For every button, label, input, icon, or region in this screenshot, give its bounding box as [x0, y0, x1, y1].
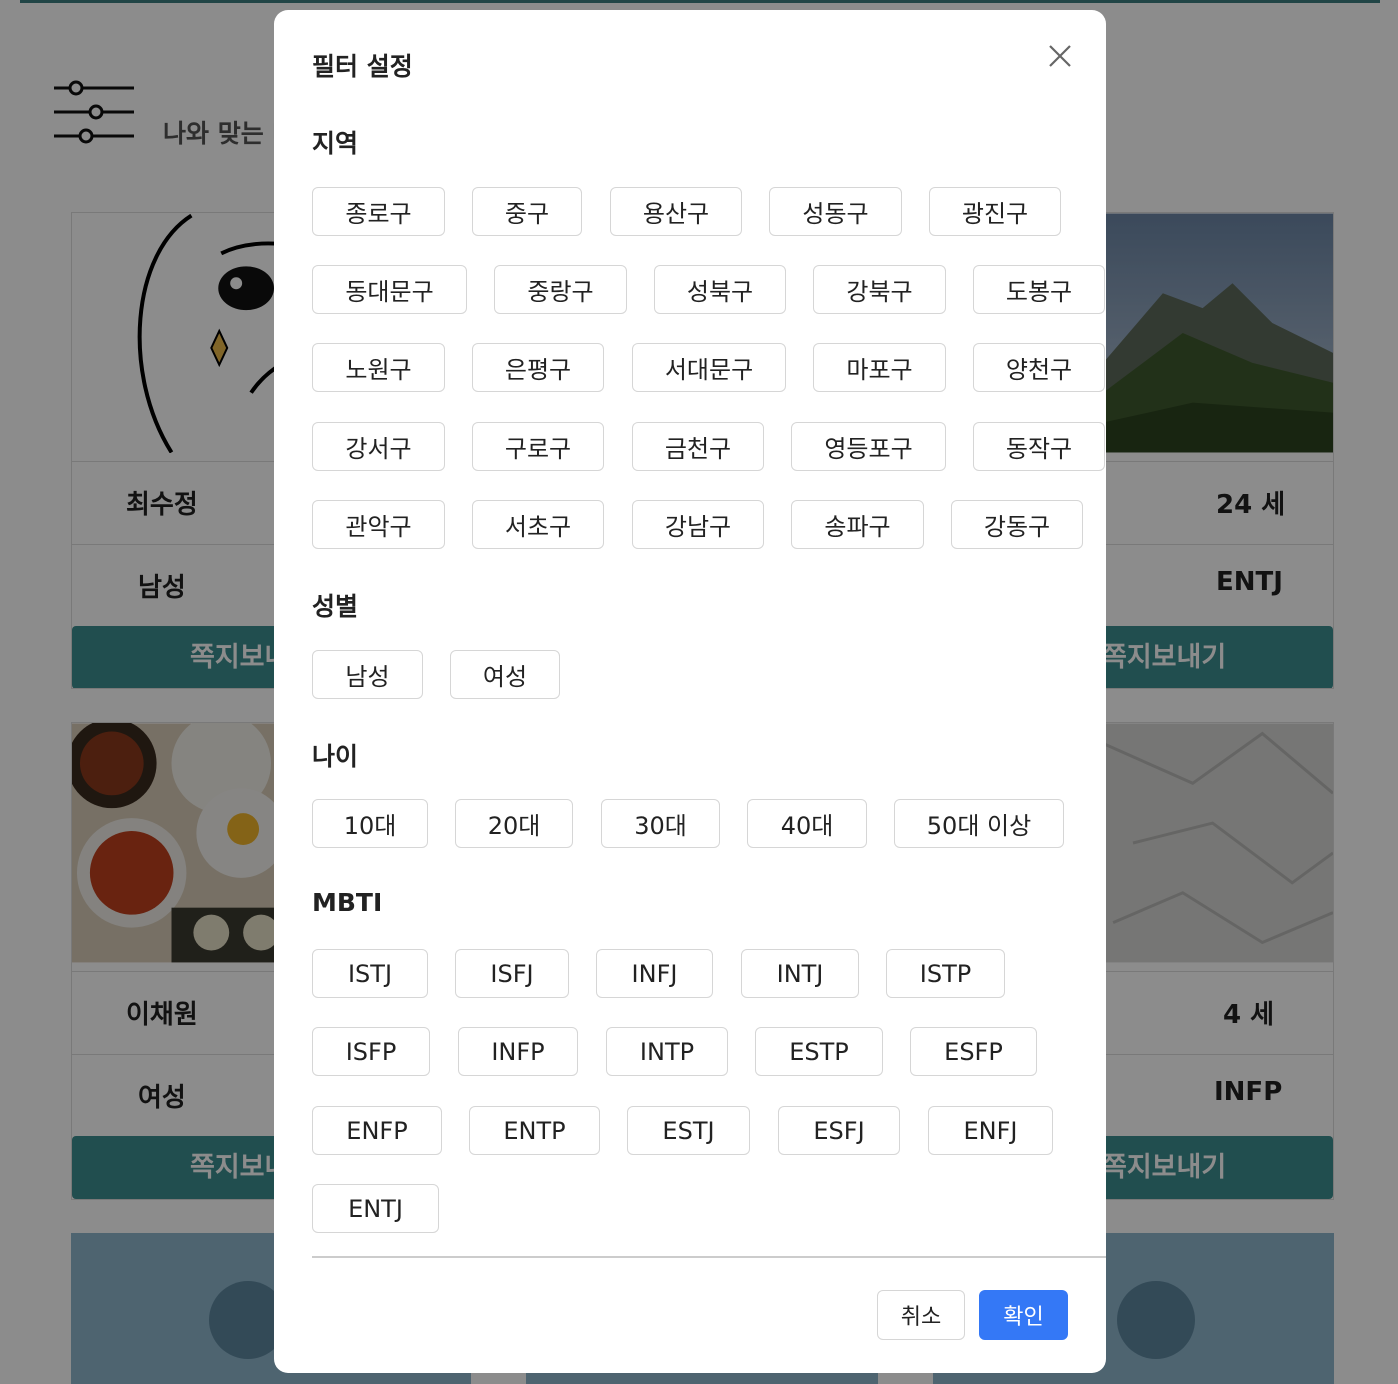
mbti-section-title: MBTI — [312, 888, 383, 917]
age-chip[interactable]: 30대 — [601, 799, 720, 848]
mbti-chip[interactable]: ISTJ — [312, 949, 428, 998]
region-chip[interactable]: 용산구 — [610, 187, 742, 236]
region-chip[interactable]: 중구 — [472, 187, 582, 236]
mbti-chip[interactable]: ESTJ — [627, 1106, 750, 1155]
region-section-title: 지역 — [312, 129, 359, 158]
mbti-chip[interactable]: ESTP — [755, 1027, 883, 1076]
mbti-options: ISTJ ISFJ INFJ INTJ ISTP ISFP INFP INTP … — [312, 949, 1106, 1239]
region-chip[interactable]: 동작구 — [973, 422, 1105, 471]
confirm-button[interactable]: 확인 — [979, 1290, 1068, 1340]
mbti-chip[interactable]: ENFP — [312, 1106, 442, 1155]
gender-section-title: 성별 — [312, 592, 359, 621]
close-icon[interactable] — [1044, 40, 1076, 72]
region-chip[interactable]: 노원구 — [312, 343, 445, 392]
cancel-button[interactable]: 취소 — [877, 1290, 965, 1340]
region-chip[interactable]: 강북구 — [813, 265, 946, 314]
region-chip[interactable]: 영등포구 — [791, 422, 946, 471]
region-chip[interactable]: 마포구 — [813, 343, 946, 392]
region-chip[interactable]: 도봉구 — [973, 265, 1105, 314]
footer-divider — [312, 1256, 1106, 1258]
region-chip[interactable]: 종로구 — [312, 187, 445, 236]
mbti-chip[interactable]: ENFJ — [928, 1106, 1053, 1155]
mbti-chip[interactable]: ESFJ — [778, 1106, 900, 1155]
age-options: 10대 20대 30대 40대 50대 이상 — [312, 799, 1106, 851]
region-chip[interactable]: 광진구 — [929, 187, 1061, 236]
mbti-chip[interactable]: INTJ — [741, 949, 859, 998]
region-chip[interactable]: 구로구 — [472, 422, 604, 471]
region-chip[interactable]: 송파구 — [791, 500, 924, 549]
mbti-chip[interactable]: INFJ — [596, 949, 713, 998]
mbti-chip[interactable]: ISTP — [886, 949, 1005, 998]
region-chip[interactable]: 강서구 — [312, 422, 445, 471]
age-chip[interactable]: 50대 이상 — [894, 799, 1064, 848]
region-chip[interactable]: 양천구 — [973, 343, 1105, 392]
age-chip[interactable]: 10대 — [312, 799, 428, 848]
mbti-chip[interactable]: INTP — [606, 1027, 728, 1076]
modal-title: 필터 설정 — [312, 52, 413, 81]
mbti-chip[interactable]: ENTJ — [312, 1184, 439, 1233]
region-chip[interactable]: 서초구 — [472, 500, 604, 549]
mbti-chip[interactable]: ISFJ — [455, 949, 569, 998]
region-chip[interactable]: 관악구 — [312, 500, 445, 549]
region-chip[interactable]: 성북구 — [654, 265, 786, 314]
region-chip[interactable]: 금천구 — [632, 422, 764, 471]
region-chip[interactable]: 중랑구 — [494, 265, 627, 314]
age-chip[interactable]: 40대 — [747, 799, 867, 848]
gender-chip[interactable]: 여성 — [450, 650, 560, 699]
gender-options: 남성 여성 — [312, 650, 1106, 702]
age-section-title: 나이 — [312, 742, 359, 771]
filter-modal: 필터 설정 지역 종로구 중구 용산구 성동구 광진구 동대문구 중랑구 성북구… — [274, 10, 1106, 1373]
region-chip[interactable]: 성동구 — [769, 187, 902, 236]
gender-chip[interactable]: 남성 — [312, 650, 423, 699]
region-chip[interactable]: 동대문구 — [312, 265, 467, 314]
region-options: 종로구 중구 용산구 성동구 광진구 동대문구 중랑구 성북구 강북구 도봉구 … — [312, 187, 1106, 553]
region-chip[interactable]: 강남구 — [632, 500, 764, 549]
mbti-chip[interactable]: ISFP — [312, 1027, 430, 1076]
mbti-chip[interactable]: INFP — [458, 1027, 578, 1076]
mbti-chip[interactable]: ESFP — [910, 1027, 1037, 1076]
region-chip[interactable]: 강동구 — [951, 500, 1083, 549]
region-chip[interactable]: 은평구 — [472, 343, 604, 392]
age-chip[interactable]: 20대 — [455, 799, 573, 848]
mbti-chip[interactable]: ENTP — [469, 1106, 600, 1155]
region-chip[interactable]: 서대문구 — [632, 343, 786, 392]
